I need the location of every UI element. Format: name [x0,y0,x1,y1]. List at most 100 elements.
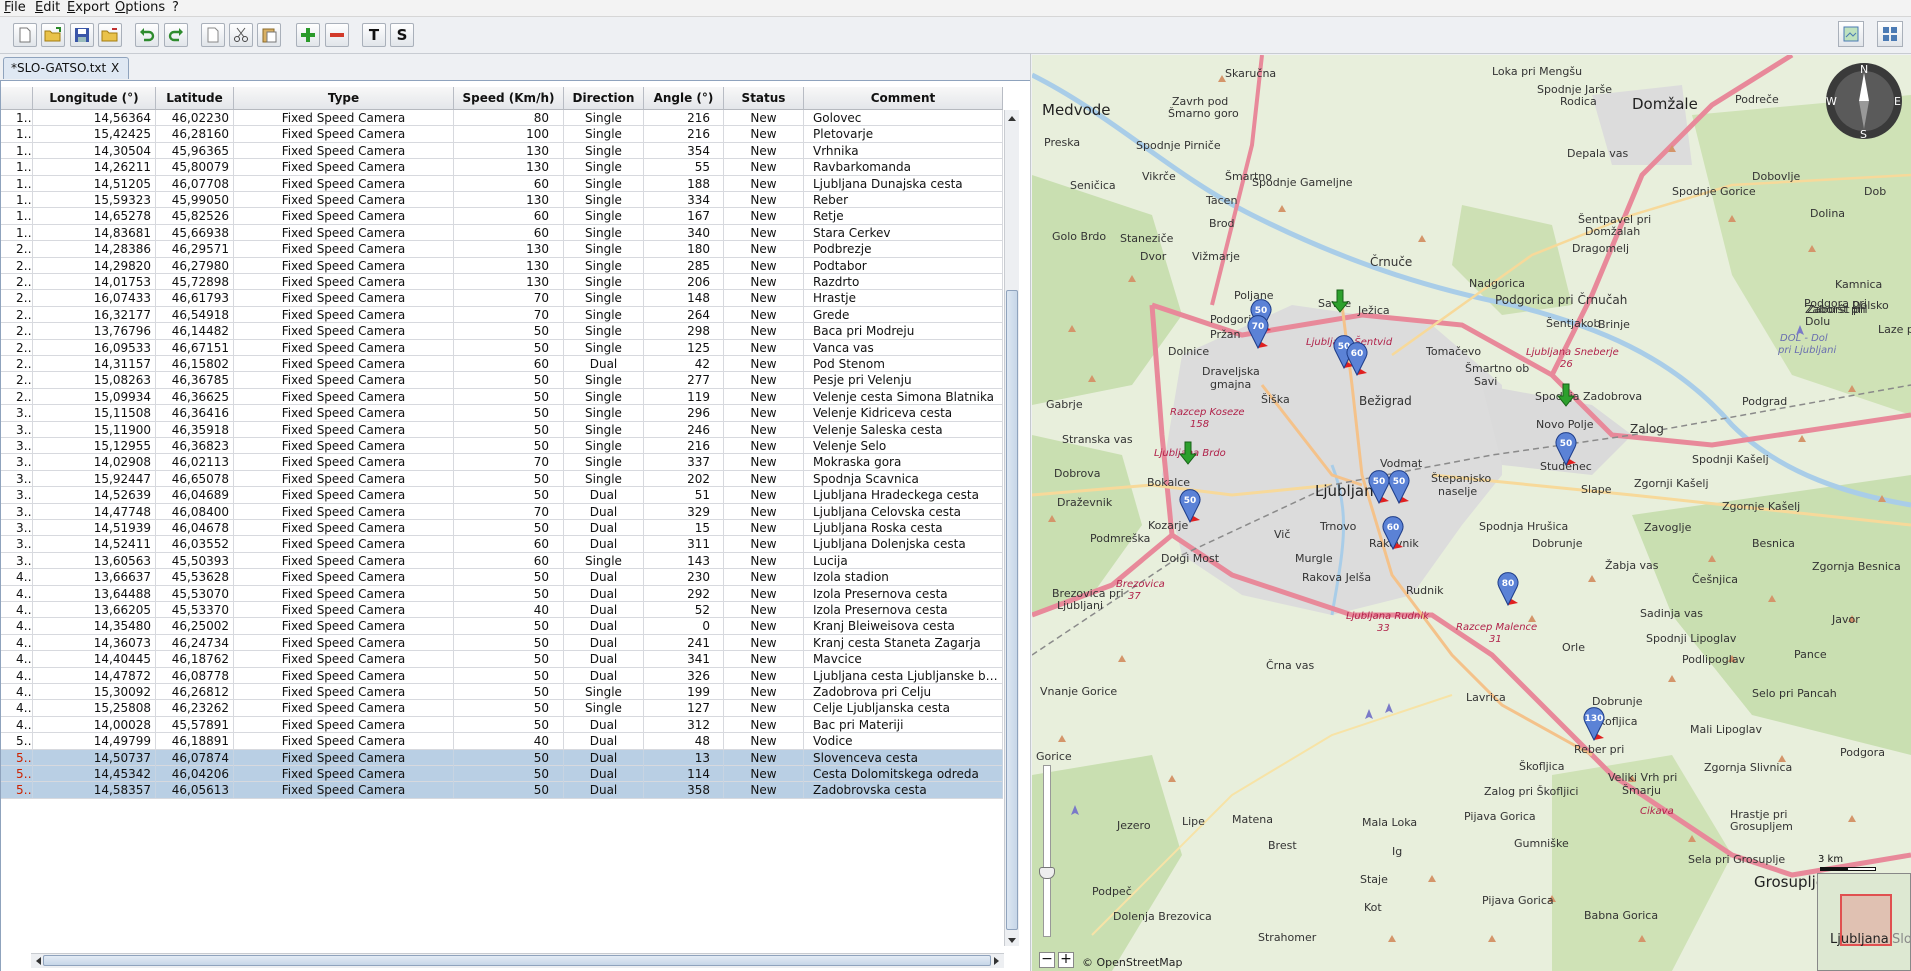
row-number-cell[interactable]: 38 [1,536,33,553]
longitude-cell[interactable]: 14,26211 [33,159,156,176]
angle-cell[interactable]: 216 [644,110,724,126]
table-row[interactable]: 27 14,31157 46,15802 Fixed Speed Camera 60 Du… [1,356,1003,373]
angle-cell[interactable]: 167 [644,208,724,225]
status-cell[interactable]: New [724,602,804,618]
camera-marker[interactable]: 50 [1368,470,1390,505]
angle-cell[interactable]: 48 [644,733,724,750]
row-number-cell[interactable]: 47 [1,684,33,700]
camera-marker[interactable]: 50 [1179,489,1201,524]
longitude-cell[interactable]: 14,51939 [33,520,156,536]
angle-cell[interactable]: 199 [644,684,724,700]
longitude-cell[interactable]: 14,51205 [33,175,156,192]
direction-cell[interactable]: Dual [564,569,644,586]
angle-cell[interactable]: 216 [644,438,724,454]
table-row[interactable]: 19 14,83681 45,66938 Fixed Speed Camera 60 Si… [1,224,1003,242]
speed-cell[interactable]: 50 [454,372,564,389]
speed-cell[interactable]: 50 [454,569,564,586]
comment-cell[interactable]: Zadobrova pri Celju [804,684,1003,700]
header-angle[interactable]: Angle (°) [644,87,724,109]
row-number-cell[interactable]: 34 [1,470,33,487]
speed-cell[interactable]: 50 [454,716,564,733]
menu-options[interactable]: Options [115,0,165,16]
latitude-cell[interactable]: 46,18891 [156,733,234,750]
comment-cell[interactable]: Podtabor [804,257,1003,274]
latitude-cell[interactable]: 45,57891 [156,716,234,733]
latitude-cell[interactable]: 46,65078 [156,470,234,487]
speed-cell[interactable]: 130 [454,159,564,176]
comment-cell[interactable]: Ljubljana Celovska cesta [804,503,1003,520]
table-row[interactable]: 51 14,50737 46,07874 Fixed Speed Camera 50 Du… [1,749,1003,766]
header-direction[interactable]: Direction [564,87,644,109]
status-cell[interactable]: New [724,110,804,126]
longitude-cell[interactable]: 14,30504 [33,142,156,159]
row-number-cell[interactable]: 24 [1,306,33,323]
speed-cell[interactable]: 60 [454,356,564,372]
angle-cell[interactable]: 340 [644,224,724,241]
header-type[interactable]: Type [234,87,454,109]
type-cell[interactable]: Fixed Speed Camera [234,552,454,569]
row-number-cell[interactable]: 25 [1,323,33,340]
longitude-cell[interactable]: 15,08263 [33,372,156,389]
tab-slo-gatso[interactable]: *SLO-GATSO.txt X [3,57,129,79]
angle-cell[interactable]: 298 [644,323,724,340]
angle-cell[interactable]: 311 [644,536,724,553]
zoom-in-button[interactable]: + [1058,952,1074,968]
angle-cell[interactable]: 241 [644,634,724,651]
angle-cell[interactable]: 296 [644,405,724,422]
comment-cell[interactable]: Vrhnika [804,142,1003,159]
latitude-cell[interactable]: 46,36785 [156,372,234,389]
status-cell[interactable]: New [724,585,804,602]
speed-cell[interactable]: 130 [454,241,564,258]
type-cell[interactable]: Fixed Speed Camera [234,142,454,159]
comment-cell[interactable]: Vanca vas [804,339,1003,356]
type-cell[interactable]: Fixed Speed Camera [234,356,454,372]
camera-marker[interactable]: 50 [1388,470,1410,505]
type-cell[interactable]: Fixed Speed Camera [234,520,454,536]
direction-cell[interactable]: Single [564,372,644,389]
direction-cell[interactable]: Dual [564,602,644,618]
speed-cell[interactable]: 70 [454,306,564,323]
status-cell[interactable]: New [724,552,804,569]
row-number-cell[interactable]: 48 [1,700,33,717]
type-cell[interactable]: Fixed Speed Camera [234,257,454,274]
speed-cell[interactable]: 50 [454,339,564,356]
type-cell[interactable]: Fixed Speed Camera [234,782,454,799]
row-number-cell[interactable]: 41 [1,585,33,602]
menu-edit[interactable]: Edit [35,0,60,16]
direction-arrow-icon[interactable] [1330,289,1350,313]
type-cell[interactable]: Fixed Speed Camera [234,733,454,750]
row-number-cell[interactable]: 32 [1,438,33,454]
comment-cell[interactable]: Zadobrovska cesta [804,782,1003,799]
angle-cell[interactable]: 114 [644,766,724,782]
save-as-button[interactable] [98,23,122,47]
comment-cell[interactable]: Kranj Bleiweisova cesta [804,618,1003,635]
direction-cell[interactable]: Single [564,126,644,143]
status-cell[interactable]: New [724,520,804,536]
latitude-cell[interactable]: 45,99050 [156,192,234,208]
save-button[interactable] [70,23,94,47]
row-number-cell[interactable]: 12 [1,110,33,126]
table-row[interactable]: 21 14,29820 46,27980 Fixed Speed Camera 130 S… [1,257,1003,274]
longitude-cell[interactable]: 14,29820 [33,257,156,274]
table-row[interactable]: 17 15,59323 45,99050 Fixed Speed Camera 130 S… [1,192,1003,209]
speed-cell[interactable]: 60 [454,208,564,225]
type-cell[interactable]: Fixed Speed Camera [234,274,454,290]
direction-cell[interactable]: Single [564,110,644,126]
menu-file[interactable]: File [4,0,26,16]
status-cell[interactable]: New [724,782,804,799]
table-row[interactable]: 33 14,02908 46,02113 Fixed Speed Camera 70 Si… [1,454,1003,471]
comment-cell[interactable]: Celje Ljubljanska cesta [804,700,1003,717]
type-cell[interactable]: Fixed Speed Camera [234,405,454,422]
type-cell[interactable]: Fixed Speed Camera [234,618,454,635]
menu-export[interactable]: Export [67,0,110,16]
speed-cell[interactable]: 70 [454,503,564,520]
status-cell[interactable]: New [724,766,804,782]
angle-cell[interactable]: 188 [644,175,724,192]
table-row[interactable]: 52 14,45342 46,04206 Fixed Speed Camera 50 Du… [1,766,1003,783]
status-cell[interactable]: New [724,716,804,733]
table-row[interactable]: 39 13,60563 45,50393 Fixed Speed Camera 60 Si… [1,552,1003,570]
type-cell[interactable]: Fixed Speed Camera [234,667,454,684]
status-cell[interactable]: New [724,700,804,717]
status-cell[interactable]: New [724,208,804,225]
type-cell[interactable]: Fixed Speed Camera [234,487,454,504]
